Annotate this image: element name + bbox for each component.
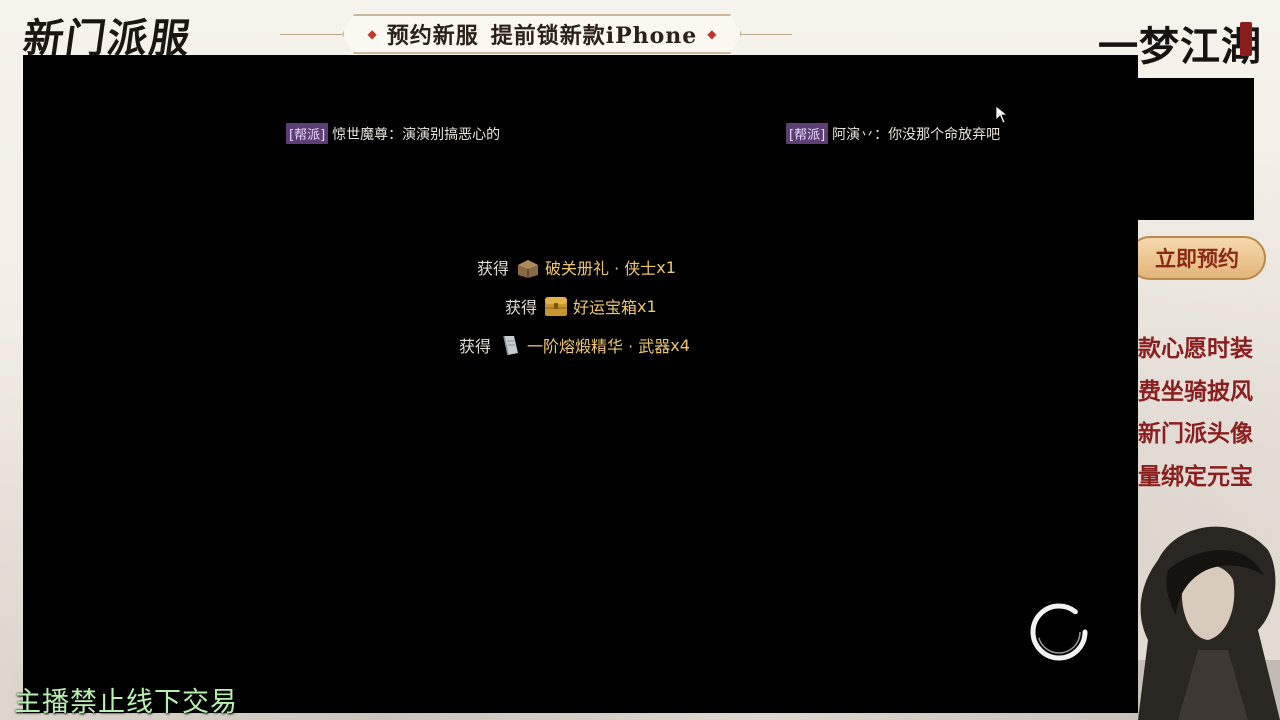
promo-item: 费坐骑披风 <box>1138 377 1253 405</box>
reward-item-count: x1 <box>656 257 676 277</box>
diamond-icon: ◆ <box>707 27 717 41</box>
reward-item-count: x4 <box>670 335 690 355</box>
reward-notification: 获得 好运宝箱 x1 <box>505 294 657 318</box>
guild-chat-message: [帮派] 阿演丷：你没那个命放弃吧 <box>786 123 1000 144</box>
stream-caption: 主播禁止线下交易 <box>14 687 238 718</box>
treasure-chest-icon <box>543 294 569 318</box>
guild-chat-tag: [帮派] <box>286 123 329 144</box>
reserve-now-button[interactable]: 立即预约 <box>1128 236 1266 280</box>
loading-ring-icon <box>1027 600 1091 664</box>
banner-right-line <box>742 34 792 35</box>
reward-item-count: x1 <box>637 296 657 316</box>
reward-notification: 获得 一阶熔煅精华 · 武器 x4 <box>459 333 690 357</box>
game-screen-extension <box>1138 78 1254 220</box>
game-screen[interactable]: [帮派] 惊世魔尊：演演别搞恶心的 [帮派] 阿演丷：你没那个命放弃吧 获得 破… <box>23 55 1138 713</box>
reward-prefix: 获得 <box>505 298 538 317</box>
reward-prefix: 获得 <box>477 259 510 278</box>
diamond-icon: ◆ <box>367 27 377 41</box>
chat-text: 惊世魔尊：演演别搞恶心的 <box>332 126 501 143</box>
promo-banner: ◆ 预约新服 提前锁新款iPhone ◆ <box>342 14 742 54</box>
promo-list: 款心愿时装 费坐骑披风 新门派头像 量绑定元宝 <box>1138 328 1280 498</box>
reward-item-name: 一阶熔煅精华 · 武器 <box>527 337 671 356</box>
book-gift-icon <box>515 255 541 279</box>
reward-notification: 获得 破关册礼 · 侠士 x1 <box>477 255 676 279</box>
reward-item-name: 好运宝箱 <box>573 298 638 317</box>
banner-text-right: 提前锁新款iPhone <box>490 23 698 49</box>
banner-left-line <box>280 34 342 35</box>
scroll-essence-icon <box>497 333 523 357</box>
promo-item: 款心愿时装 <box>1138 335 1253 362</box>
red-seal-icon <box>1240 22 1252 56</box>
chat-text: 阿演丷：你没那个命放弃吧 <box>832 126 1001 143</box>
banner-text-left: 预约新服 <box>386 23 479 49</box>
guild-chat-message: [帮派] 惊世魔尊：演演别搞恶心的 <box>286 123 500 144</box>
reward-item-name: 破关册礼 · 侠士 <box>545 259 657 278</box>
promo-item: 新门派头像 <box>1138 420 1253 447</box>
character-illustration <box>1138 520 1280 720</box>
promo-item: 量绑定元宝 <box>1138 462 1253 490</box>
guild-chat-tag: [帮派] <box>786 123 829 144</box>
reward-prefix: 获得 <box>459 337 492 356</box>
